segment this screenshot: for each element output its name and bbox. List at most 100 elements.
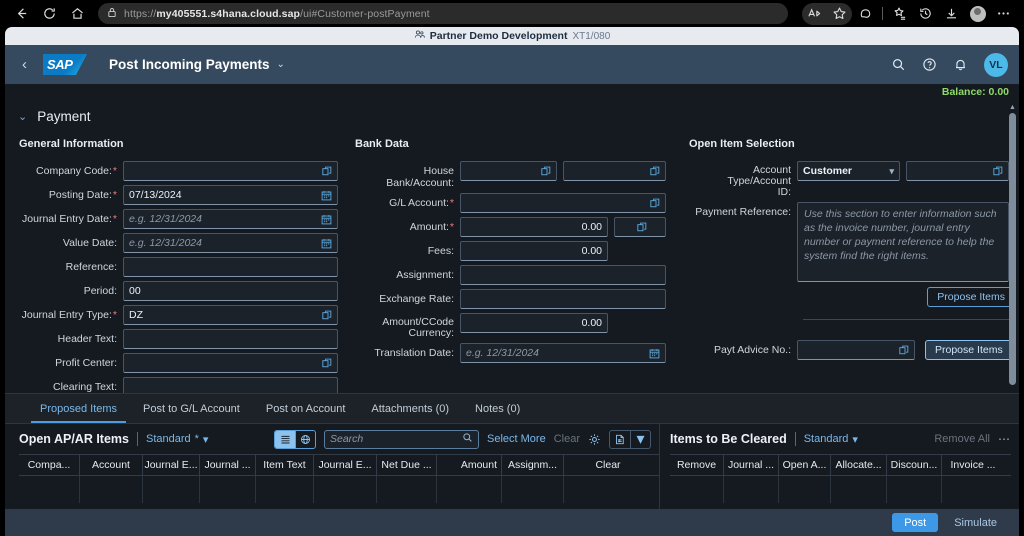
exchange-rate-input[interactable]	[460, 289, 666, 309]
more-options-icon[interactable]: ⋯	[998, 432, 1011, 446]
column-header-invoice[interactable]: Invoice ...	[942, 455, 1004, 475]
calendar-icon[interactable]	[321, 214, 332, 225]
value-help-icon[interactable]	[650, 166, 660, 176]
amount-currency-input[interactable]	[614, 217, 666, 237]
company-code-input[interactable]	[123, 161, 338, 181]
gear-icon[interactable]	[588, 433, 601, 446]
calendar-icon[interactable]	[321, 190, 332, 201]
tab-attachments[interactable]: Attachments (0)	[358, 394, 462, 423]
value-help-icon[interactable]	[541, 166, 551, 176]
tab-notes[interactable]: Notes (0)	[462, 394, 533, 423]
value-date-input[interactable]: e.g. 12/31/2024	[123, 233, 338, 253]
house-bank-input[interactable]	[460, 161, 557, 181]
bell-icon[interactable]	[953, 57, 968, 72]
variant-selector[interactable]: Standard ▾	[804, 433, 858, 446]
search-icon[interactable]	[891, 57, 906, 72]
propose-items-button[interactable]: Propose Items	[927, 287, 1015, 307]
history-icon[interactable]	[913, 3, 938, 25]
translation-date-input[interactable]: e.g. 12/31/2024	[460, 343, 666, 363]
column-header-journal-type[interactable]: Journal ...	[200, 455, 256, 475]
amount-input[interactable]: 0.00	[460, 217, 608, 237]
journal-entry-date-input[interactable]: e.g. 12/31/2024	[123, 209, 338, 229]
payment-reference-textarea[interactable]: Use this section to enter information su…	[797, 202, 1009, 282]
value-help-icon[interactable]	[637, 222, 647, 232]
view-switch[interactable]	[274, 429, 316, 449]
column-header-net-due-date[interactable]: Net Due ...	[377, 455, 437, 475]
clearing-text-input[interactable]	[123, 377, 338, 393]
form-scrollbar[interactable]: ▲	[1008, 104, 1017, 387]
select-more-button[interactable]: Select More	[487, 433, 546, 445]
user-avatar[interactable]: VL	[984, 52, 1008, 77]
search-input[interactable]: Search	[324, 429, 479, 449]
period-input[interactable]: 00	[123, 281, 338, 301]
column-header-assignment[interactable]: Assignm...	[502, 455, 564, 475]
chevron-down-icon[interactable]: ▾	[630, 430, 650, 448]
column-header-open-amount[interactable]: Open A...	[779, 455, 831, 475]
app-title[interactable]: Post Incoming Payments ⌄	[109, 57, 285, 72]
propose-items-button-2[interactable]: Propose Items	[925, 340, 1013, 360]
house-account-input[interactable]	[563, 161, 666, 181]
calendar-icon[interactable]	[649, 348, 660, 359]
sap-logo[interactable]: SAP	[43, 54, 87, 75]
tab-post-on-account[interactable]: Post on Account	[253, 394, 359, 423]
clear-button[interactable]: Clear	[554, 433, 580, 445]
back-arrow-icon[interactable]	[8, 3, 34, 25]
posting-date-input[interactable]: 07/13/2024	[123, 185, 338, 205]
value-help-icon[interactable]	[650, 198, 660, 208]
star-icon[interactable]	[827, 3, 852, 25]
search-icon[interactable]	[462, 432, 473, 446]
journal-entry-type-input[interactable]: DZ	[123, 305, 338, 325]
globe-view-icon[interactable]	[295, 430, 315, 448]
more-options-icon[interactable]	[991, 3, 1016, 25]
simulate-button[interactable]: Simulate	[942, 513, 1009, 532]
payt-advice-input[interactable]	[797, 340, 915, 360]
column-header-clear[interactable]: Clear	[564, 455, 652, 475]
value-help-icon[interactable]	[899, 345, 909, 355]
value-help-icon[interactable]	[322, 166, 332, 176]
shell-back-button[interactable]: ‹	[16, 54, 33, 75]
tab-proposed-items[interactable]: Proposed Items	[27, 394, 130, 423]
copilot-icon[interactable]	[853, 3, 878, 25]
gl-account-input[interactable]	[460, 193, 666, 213]
variant-selector[interactable]: Standard * ▾	[146, 433, 208, 446]
post-button[interactable]: Post	[892, 513, 939, 532]
remove-all-button[interactable]: Remove All	[934, 433, 990, 445]
home-icon[interactable]	[64, 3, 90, 25]
fees-input[interactable]: 0.00	[460, 241, 608, 261]
column-header-journal-entry[interactable]: Journal ...	[724, 455, 779, 475]
header-text-input[interactable]	[123, 329, 338, 349]
column-header-company-code[interactable]: Compa...	[19, 455, 80, 475]
value-help-icon[interactable]	[322, 310, 332, 320]
column-header-account[interactable]: Account	[80, 455, 143, 475]
column-header-journal-entry-date[interactable]: Journal E...	[314, 455, 377, 475]
list-view-icon[interactable]	[275, 430, 295, 448]
amount-ccode-currency-input[interactable]: 0.00	[460, 313, 608, 333]
account-type-select[interactable]: Customer ▾	[797, 161, 900, 181]
value-help-icon[interactable]	[322, 358, 332, 368]
profile-avatar-icon[interactable]	[965, 3, 990, 25]
read-aloud-icon[interactable]	[802, 3, 827, 25]
column-header-item-text[interactable]: Item Text	[256, 455, 314, 475]
column-header-amount[interactable]: Amount	[437, 455, 502, 475]
export-spreadsheet-icon[interactable]	[610, 431, 630, 448]
value-help-icon[interactable]	[993, 166, 1003, 176]
export-split-button[interactable]: ▾	[609, 429, 651, 449]
calendar-icon[interactable]	[321, 238, 332, 249]
address-bar[interactable]: https://my405551.s4hana.cloud.sap/ui#Cus…	[98, 3, 788, 24]
help-icon[interactable]	[922, 57, 937, 72]
column-header-remove[interactable]: Remove	[670, 455, 724, 475]
payment-section-header[interactable]: ⌄ Payment	[5, 100, 1019, 124]
tab-post-to-gl-account[interactable]: Post to G/L Account	[130, 394, 253, 423]
collections-icon[interactable]	[887, 3, 912, 25]
account-id-input[interactable]	[906, 161, 1009, 181]
column-header-discount[interactable]: Discoun...	[887, 455, 942, 475]
assignment-input[interactable]	[460, 265, 666, 285]
download-icon[interactable]	[939, 3, 964, 25]
refresh-icon[interactable]	[36, 3, 62, 25]
column-header-journal-entry[interactable]: Journal E...	[143, 455, 200, 475]
profit-center-input[interactable]	[123, 353, 338, 373]
reference-input[interactable]	[123, 257, 338, 277]
column-header-allocated[interactable]: Allocate...	[831, 455, 887, 475]
scroll-up-icon[interactable]: ▲	[1008, 104, 1017, 111]
scroll-thumb[interactable]	[1009, 113, 1016, 385]
